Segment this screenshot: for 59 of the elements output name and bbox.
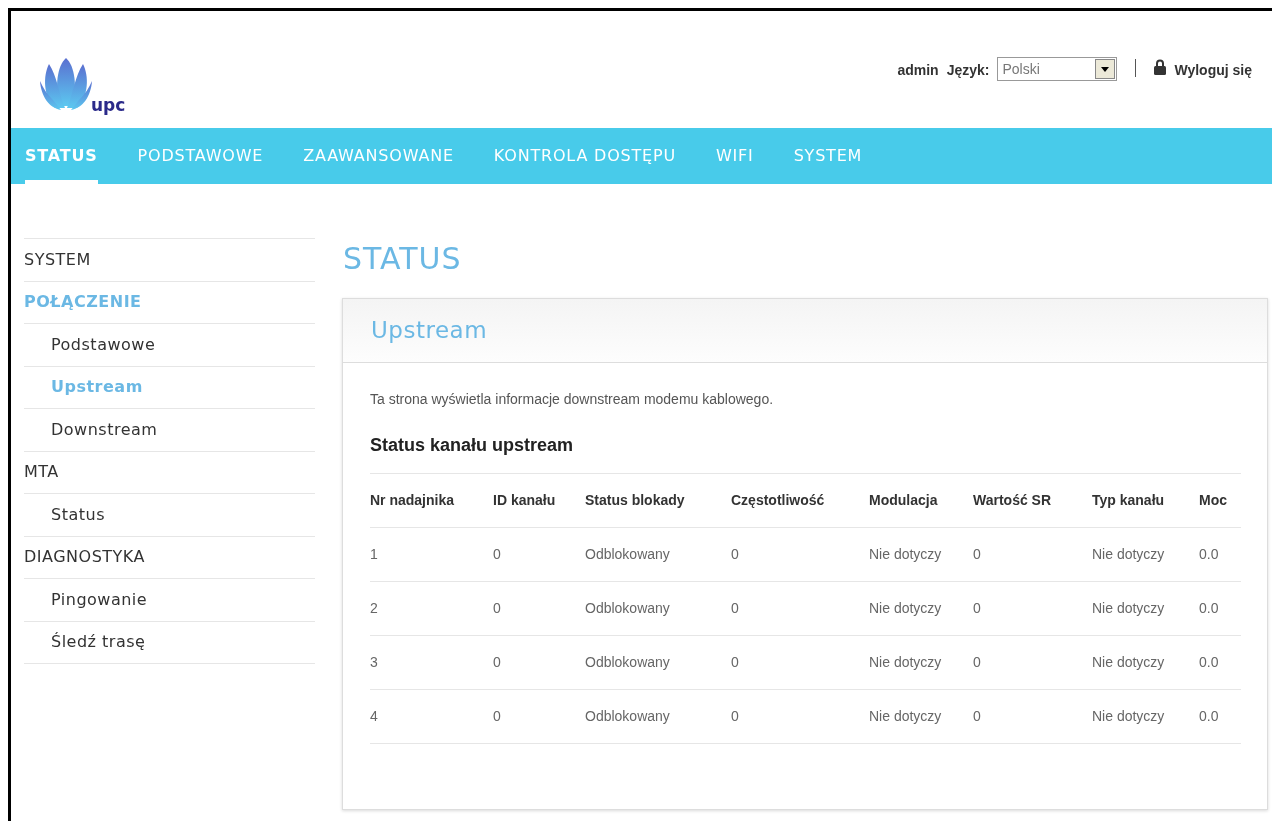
table-cell-text: Odblokowany [585,707,671,726]
table-cell-text: 3 [370,653,379,672]
table-cell-text: 0.0 [1199,545,1220,564]
table-cell-text: 0.0 [1199,599,1220,618]
table-cell-text: Nie dotyczy [869,599,943,618]
table-cell-text: Nie dotyczy [1092,545,1166,564]
section-title: Status kanału upstream [370,434,575,457]
table-cell-text: 0 [493,653,502,672]
table-cell-text: 0 [493,707,502,726]
dropdown-caret-icon [1095,59,1116,79]
table-cell-text: Odblokowany [585,653,671,672]
column-header: ID kanału [493,491,557,510]
sidebar-item[interactable]: Downstream [51,417,158,442]
table-cell-text: 2 [370,599,379,618]
lock-icon [1154,59,1167,75]
sidebar-item[interactable]: MTA [24,460,59,485]
column-header: Nr nadajnika [370,491,456,510]
logo-text: upc [91,97,126,114]
page-title: STATUS [343,244,463,274]
sidebar-item[interactable]: SYSTEM [24,247,91,272]
logout-link[interactable]: Wyloguj się [1174,60,1252,81]
description-text: Ta strona wyświetla informacje downstream modemu kablowego. [370,390,775,409]
column-header: Częstotliwość [731,491,826,510]
column-header: Wartość SR [973,491,1053,510]
column-header: Status blokady [585,491,686,510]
sidebar-item[interactable]: Pingowanie [51,587,148,612]
table-cell-text: 4 [370,707,379,726]
table-cell-text: 0.0 [1199,707,1220,726]
table-cell-text: 0 [731,599,740,618]
table-cell-text: Nie dotyczy [869,545,943,564]
table-cell-text: 0 [973,599,982,618]
table-cell-text: Nie dotyczy [1092,653,1166,672]
table-cell-text: Odblokowany [585,545,671,564]
column-header: Moc [1199,491,1228,510]
table-cell-text: 0 [973,653,982,672]
sidebar-item[interactable]: DIAGNOSTYKA [24,545,146,570]
sidebar-item[interactable]: Podstawowe [51,332,156,357]
language-label: Język: [946,61,990,80]
panel-title: Upstream [371,316,488,346]
table-cell-text: 0 [731,653,740,672]
table-cell-text: Odblokowany [585,599,671,618]
username: admin [897,61,939,80]
sidebar-item[interactable]: Status [51,502,105,527]
table-cell-text: 1 [370,545,379,564]
column-header: Typ kanału [1092,491,1166,510]
table-cell-text: 0 [731,545,740,564]
column-header: Modulacja [869,491,939,510]
table-cell-text: 0.0 [1199,653,1220,672]
table-cell-text: 0 [973,545,982,564]
sidebar-item[interactable]: Śledź trasę [51,630,146,655]
table-cell-text: Nie dotyczy [869,653,943,672]
table-cell-text: 0 [493,599,502,618]
table-cell-text: 0 [973,707,982,726]
table-cell-text: Nie dotyczy [1092,599,1166,618]
table-cell-text: Nie dotyczy [1092,707,1166,726]
table-cell-text: 0 [731,707,740,726]
language-select[interactable]: Polski [997,57,1118,81]
table-cell-text: 0 [493,545,502,564]
table-cell-text: Nie dotyczy [869,707,943,726]
